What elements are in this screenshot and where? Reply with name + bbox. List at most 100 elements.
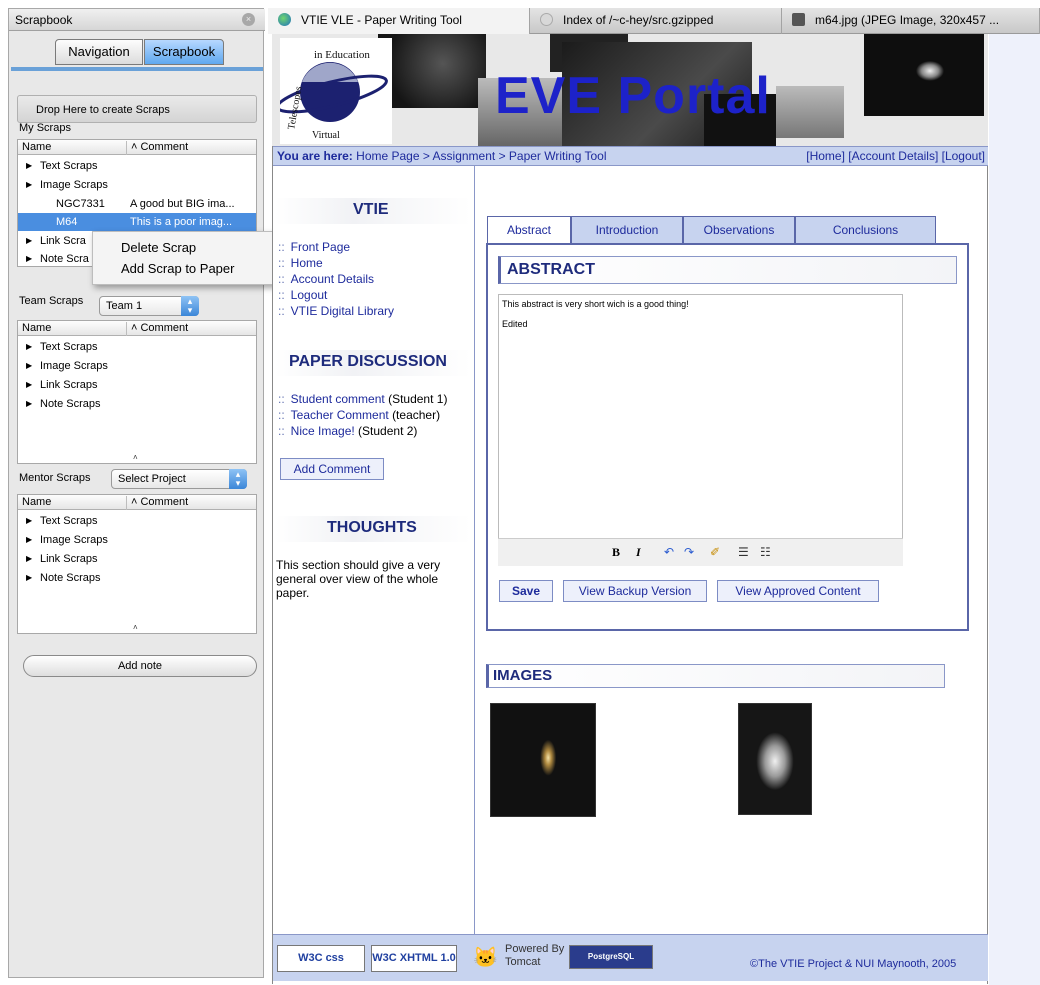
sidebar-link-logout[interactable]: :: Logout — [278, 288, 327, 302]
project-select[interactable]: Select Project ▴ ▾ — [111, 469, 247, 489]
italic-button[interactable]: I — [636, 545, 641, 560]
undo-icon[interactable]: ↶ — [664, 545, 674, 559]
discussion-item[interactable]: :: Nice Image! (Student 2) — [278, 424, 417, 438]
numbered-list-icon[interactable]: ☷ — [760, 545, 771, 559]
col-comment[interactable]: ˄ Comment — [126, 322, 188, 336]
w3c-xhtml-badge[interactable]: W3C XHTML 1.0 — [371, 945, 457, 972]
sidebar-link-digital-library[interactable]: :: VTIE Digital Library — [278, 304, 394, 318]
redo-icon[interactable]: ↷ — [684, 545, 694, 559]
team-scraps-label: Team Scraps — [19, 295, 84, 307]
bullet-icon: :: — [278, 304, 285, 318]
tab-observations[interactable]: Observations — [683, 216, 795, 244]
tomcat-icon: 🐱 — [473, 947, 498, 969]
list-item[interactable]: ▶ Note Scraps — [18, 569, 256, 587]
navbar: You are here: Home Page > Assignment > P… — [273, 146, 988, 166]
list-item[interactable]: ▶ Link Scraps — [18, 376, 256, 394]
powered-by-tomcat: Powered By Tomcat — [505, 943, 565, 968]
resize-grip-icon[interactable]: ˄ — [133, 623, 138, 632]
disclosure-triangle-icon[interactable]: ▶ — [26, 361, 32, 370]
tab-scrapbook[interactable]: Scrapbook — [144, 39, 224, 65]
portal-title: EVE Portal — [495, 67, 771, 125]
disclosure-triangle-icon[interactable]: ▶ — [26, 516, 32, 525]
disclosure-triangle-icon[interactable]: ▶ — [26, 554, 32, 563]
disclosure-triangle-icon[interactable]: ▶ — [26, 399, 32, 408]
browser-tab-image[interactable]: m64.jpg (JPEG Image, 320x457 ... — [782, 8, 1040, 34]
menu-item-add-scrap-to-paper[interactable]: Add Scrap to Paper — [121, 261, 234, 276]
list-header: Name ˄ Comment — [18, 495, 256, 510]
col-comment[interactable]: ˄ Comment — [126, 496, 188, 510]
team-select[interactable]: Team 1 ▴ ▾ — [99, 296, 199, 316]
select-arrows-icon: ▴ ▾ — [229, 469, 247, 489]
vtie-logo: in Education Telescopes Virtual — [280, 38, 392, 144]
col-comment[interactable]: ˄ Comment — [126, 141, 188, 155]
disclosure-triangle-icon[interactable]: ▶ — [26, 161, 32, 170]
galaxy-thumbnail-m64[interactable] — [738, 703, 812, 815]
nebula-image — [864, 34, 984, 116]
list-item[interactable]: ▶ Text Scraps — [18, 157, 256, 175]
clean-format-icon[interactable]: ✐ — [710, 545, 720, 559]
thoughts-text: This section should give a very general … — [276, 558, 441, 600]
disclosure-triangle-icon[interactable]: ▶ — [26, 180, 32, 189]
bullet-icon: :: — [278, 240, 285, 254]
editor-toolbar: B I ↶ ↷ ✐ ☰ ☷ — [498, 538, 903, 566]
top-links[interactable]: [Home] [Account Details] [Logout] — [806, 149, 985, 163]
browser-tab-vtie[interactable]: VTIE VLE - Paper Writing Tool — [268, 8, 530, 34]
col-name[interactable]: Name — [22, 496, 51, 508]
disclosure-triangle-icon[interactable]: ▶ — [26, 380, 32, 389]
list-item[interactable]: ▶ Image Scraps — [18, 531, 256, 549]
col-name[interactable]: Name — [22, 141, 51, 153]
list-item[interactable]: ▶ Image Scraps — [18, 176, 256, 194]
disclosure-triangle-icon[interactable]: ▶ — [26, 535, 32, 544]
close-icon[interactable]: × — [242, 13, 255, 26]
list-item[interactable]: ▶ Text Scraps — [18, 338, 256, 356]
images-heading: IMAGES — [486, 664, 945, 688]
galaxy-thumbnail-ngc7331[interactable] — [490, 703, 596, 817]
vtie-heading: VTIE — [275, 198, 471, 224]
column-divider — [474, 166, 475, 934]
list-item[interactable]: ▶ Text Scraps — [18, 512, 256, 530]
tab-navigation[interactable]: Navigation — [55, 39, 143, 65]
browser-tab-index[interactable]: Index of /~c-hey/src.gzipped — [530, 8, 782, 34]
save-button[interactable]: Save — [499, 580, 553, 602]
tab-introduction[interactable]: Introduction — [571, 216, 683, 244]
view-backup-button[interactable]: View Backup Version — [563, 580, 707, 602]
list-item[interactable]: ▶ Link Scraps — [18, 550, 256, 568]
tab-abstract[interactable]: Abstract — [487, 216, 571, 244]
team-scraps-list[interactable]: Name ˄ Comment ▶ Text Scraps ▶ Image Scrap… — [17, 320, 257, 464]
add-note-button[interactable]: Add note — [23, 655, 257, 677]
list-item[interactable]: ▶ Note Scraps — [18, 395, 256, 413]
tab-underline — [11, 67, 263, 71]
bullet-list-icon[interactable]: ☰ — [738, 545, 749, 559]
image-icon — [792, 13, 805, 26]
sidebar-link-account-details[interactable]: :: Account Details — [278, 272, 374, 286]
disclosure-triangle-icon[interactable]: ▶ — [26, 342, 32, 351]
my-scraps-label: My Scraps — [19, 122, 71, 134]
postgresql-badge[interactable]: PostgreSQL — [569, 945, 653, 969]
sidebar-link-front-page[interactable]: :: Front Page — [278, 240, 350, 254]
mentor-scraps-list[interactable]: Name ˄ Comment ▶ Text Scraps ▶ Image Scrap… — [17, 494, 257, 634]
col-name[interactable]: Name — [22, 322, 51, 334]
list-item[interactable]: ▶ Image Scraps — [18, 357, 256, 375]
drop-zone[interactable]: Drop Here to create Scraps — [17, 95, 257, 123]
disclosure-triangle-icon[interactable]: ▶ — [26, 573, 32, 582]
disclosure-triangle-icon[interactable]: ▶ — [26, 236, 32, 245]
discussion-item[interactable]: :: Student comment (Student 1) — [278, 392, 447, 406]
add-comment-button[interactable]: Add Comment — [280, 458, 384, 480]
list-item-selected[interactable]: M64 This is a poor imag... — [18, 213, 256, 231]
menu-item-delete-scrap[interactable]: Delete Scrap — [121, 240, 196, 255]
abstract-heading: ABSTRACT — [498, 256, 957, 284]
bullet-icon: :: — [278, 424, 285, 438]
tab-conclusions[interactable]: Conclusions — [795, 216, 936, 244]
disclosure-triangle-icon[interactable]: ▶ — [26, 254, 32, 263]
bold-button[interactable]: B — [612, 545, 620, 560]
resize-grip-icon[interactable]: ˄ — [133, 453, 138, 462]
abstract-textarea[interactable]: This abstract is very short wich is a go… — [498, 294, 903, 566]
logo-text-bottom: Virtual — [312, 130, 340, 141]
breadcrumb[interactable]: Home Page > Assignment > Paper Writing T… — [356, 149, 606, 163]
sidebar-link-home[interactable]: :: Home — [278, 256, 323, 270]
bullet-icon: :: — [278, 288, 285, 302]
view-approved-button[interactable]: View Approved Content — [717, 580, 879, 602]
discussion-item[interactable]: :: Teacher Comment (teacher) — [278, 408, 440, 422]
list-item[interactable]: NGC7331 A good but BIG ima... — [18, 195, 256, 213]
w3c-css-badge[interactable]: W3C css — [277, 945, 365, 972]
